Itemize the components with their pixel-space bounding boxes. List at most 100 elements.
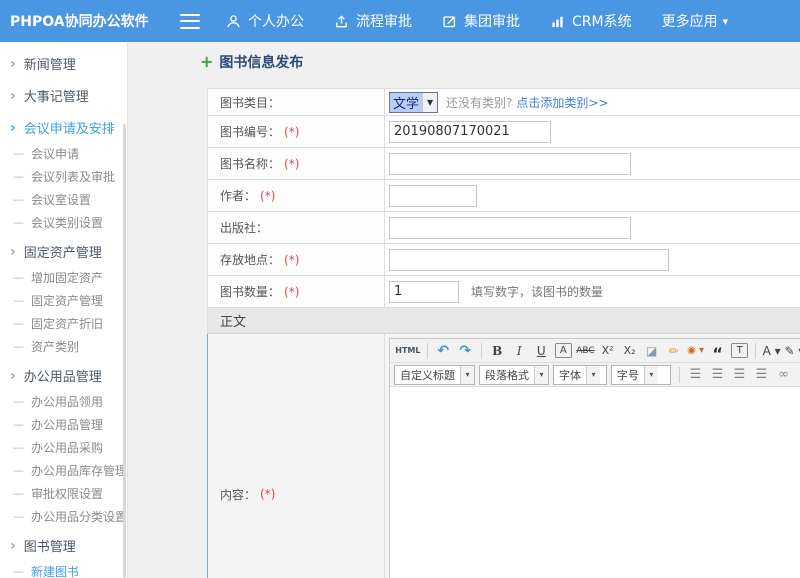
subscript-button[interactable]: X₂: [619, 341, 640, 360]
redo-button[interactable]: ↷: [455, 341, 476, 360]
sidebar-item-label: 图书管理: [24, 536, 76, 555]
underline-button[interactable]: U: [531, 341, 552, 360]
sidebar-item-fixed-asset-management[interactable]: — 固定资产管理: [0, 289, 127, 312]
sidebar-item-news-management[interactable]: › 新闻管理: [0, 49, 127, 78]
undo-button[interactable]: ↶: [433, 341, 454, 360]
category-select[interactable]: 文学 ▼: [389, 92, 438, 113]
quantity-input[interactable]: [389, 281, 459, 303]
sidebar-item-supplies-management[interactable]: — 办公用品管理: [0, 413, 127, 436]
chevron-right-icon: ›: [10, 244, 16, 260]
required-mark: (*): [284, 253, 299, 267]
form-row-book-name: 图书名称： (*): [208, 148, 800, 180]
font-border-button[interactable]: A: [555, 343, 572, 358]
sidebar-item-meeting-apply[interactable]: — 会议申请: [0, 142, 127, 165]
sidebar-item-label: 审批权限设置: [31, 485, 103, 502]
editor-content[interactable]: [390, 387, 800, 578]
text-color-palette-button[interactable]: ◉ ▾: [685, 341, 706, 360]
sidebar-item-book-management[interactable]: › 图书管理: [0, 531, 127, 560]
sidebar-item-add-fixed-asset[interactable]: — 增加固定资产: [0, 266, 127, 289]
menu-toggle-icon[interactable]: [180, 14, 200, 29]
italic-button[interactable]: I: [509, 341, 530, 360]
toolbar-separator: [755, 343, 756, 359]
superscript-button[interactable]: X²: [597, 341, 618, 360]
sidebar-item-label: 办公用品领用: [31, 393, 103, 410]
location-input[interactable]: [389, 249, 669, 271]
author-input[interactable]: [389, 185, 477, 207]
sidebar-item-supplies-purchase[interactable]: — 办公用品采购: [0, 436, 127, 459]
sidebar-scrollbar[interactable]: [123, 124, 126, 578]
unlink-button[interactable]: ∞: [795, 365, 800, 384]
rich-text-editor: HTML ↶ ↷ B I U A ABC X² X₂ ◪ ✏: [389, 338, 800, 578]
form-row-location: 存放地点： (*): [208, 244, 800, 276]
sidebar-item-events-management[interactable]: › 大事记管理: [0, 81, 127, 110]
publisher-input[interactable]: [389, 217, 631, 239]
nav-label: CRM系统: [572, 11, 632, 31]
sidebar-item-office-supplies-management[interactable]: › 办公用品管理: [0, 361, 127, 390]
dash-icon: —: [13, 317, 24, 330]
sidebar-item-meeting-room-settings[interactable]: — 会议室设置: [0, 188, 127, 211]
font-size-select[interactable]: 字号 ▾: [611, 365, 671, 385]
align-right-button[interactable]: ☰: [729, 365, 750, 384]
remove-format-button[interactable]: ◪: [641, 341, 662, 360]
select-caret-icon: ▾: [534, 366, 548, 384]
sidebar-item-asset-category[interactable]: — 资产类别: [0, 335, 127, 358]
quantity-hint: 填写数字，该图书的数量: [471, 283, 603, 300]
toolbar-separator: [427, 343, 428, 359]
form-row-content: 内容： (*) HTML ↶ ↷ B I U A ABC: [207, 334, 800, 578]
paste-plain-button[interactable]: T: [731, 343, 748, 358]
page-title-text: 图书信息发布: [219, 52, 303, 72]
required-mark: (*): [260, 189, 275, 203]
nav-crm-system[interactable]: CRM系统: [550, 11, 632, 31]
sidebar-item-supplies-receive[interactable]: — 办公用品领用: [0, 390, 127, 413]
book-no-input[interactable]: [389, 121, 551, 143]
dash-icon: —: [13, 193, 24, 206]
align-left-button[interactable]: ☰: [685, 365, 706, 384]
editor-toolbar-row2: 自定义标题 ▾ 段落格式 ▾ 字体 ▾ 字号 ▾: [390, 363, 800, 387]
align-justify-button[interactable]: ☰: [751, 365, 772, 384]
nav-personal-office[interactable]: 个人办公: [226, 11, 304, 31]
font-size-select-value: 字号: [617, 367, 639, 383]
format-brush-button[interactable]: ✏: [663, 341, 684, 360]
book-no-label: 图书编号：: [220, 123, 280, 140]
required-mark: (*): [284, 157, 299, 171]
sidebar-item-supplies-category-settings[interactable]: — 办公用品分类设置: [0, 505, 127, 528]
sidebar-item-label: 办公用品采购: [31, 439, 103, 456]
font-color-button[interactable]: A ▾: [761, 341, 782, 360]
nav-more-apps[interactable]: 更多应用 ▾: [662, 11, 729, 31]
html-source-button[interactable]: HTML: [394, 341, 422, 360]
editor-toolbar-row1: HTML ↶ ↷ B I U A ABC X² X₂ ◪ ✏: [390, 339, 800, 363]
font-family-select[interactable]: 字体 ▾: [553, 365, 607, 385]
nav-process-approval[interactable]: 流程审批: [334, 11, 412, 31]
sidebar-item-fixed-assets-management[interactable]: › 固定资产管理: [0, 237, 127, 266]
highlight-color-button[interactable]: ✎ ▾: [783, 341, 800, 360]
blockquote-button[interactable]: “: [707, 341, 728, 360]
align-center-button[interactable]: ☰: [707, 365, 728, 384]
toolbar-separator: [679, 367, 680, 383]
sidebar-item-meeting-category-settings[interactable]: — 会议类别设置: [0, 211, 127, 234]
paragraph-format-select-value: 段落格式: [485, 367, 529, 383]
strikethrough-button[interactable]: ABC: [575, 341, 596, 360]
nav-group-approval[interactable]: 集团审批: [442, 11, 520, 31]
page-title: + 图书信息发布: [200, 52, 303, 72]
sidebar-item-label: 会议申请: [31, 145, 79, 162]
sidebar-item-meeting-management[interactable]: › 会议申请及安排: [0, 113, 127, 142]
sidebar-item-meeting-list-approval[interactable]: — 会议列表及审批: [0, 165, 127, 188]
dash-icon: —: [13, 147, 24, 160]
sidebar-item-fixed-asset-depreciation[interactable]: — 固定资产折旧: [0, 312, 127, 335]
sidebar-item-new-book[interactable]: — 新建图书: [0, 560, 127, 578]
bold-button[interactable]: B: [487, 341, 508, 360]
chevron-right-icon: ›: [10, 368, 16, 384]
dash-icon: —: [13, 216, 24, 229]
location-label: 存放地点：: [220, 251, 280, 268]
chevron-right-icon: ›: [10, 56, 16, 72]
sidebar-item-supplies-inventory[interactable]: — 办公用品库存管理: [0, 459, 127, 482]
topbar: PHPOA协同办公软件 个人办公 流程审批 集团审批 CRM系统: [0, 0, 800, 42]
paragraph-format-select[interactable]: 段落格式 ▾: [479, 365, 549, 385]
link-button[interactable]: ∞: [773, 365, 794, 384]
caret-down-icon: ▾: [723, 15, 729, 28]
process-approval-icon: [334, 14, 349, 29]
book-name-input[interactable]: [389, 153, 631, 175]
add-category-link[interactable]: 点击添加类别>>: [516, 94, 608, 111]
sidebar-item-approval-permission-settings[interactable]: — 审批权限设置: [0, 482, 127, 505]
custom-title-select[interactable]: 自定义标题 ▾: [394, 365, 475, 385]
